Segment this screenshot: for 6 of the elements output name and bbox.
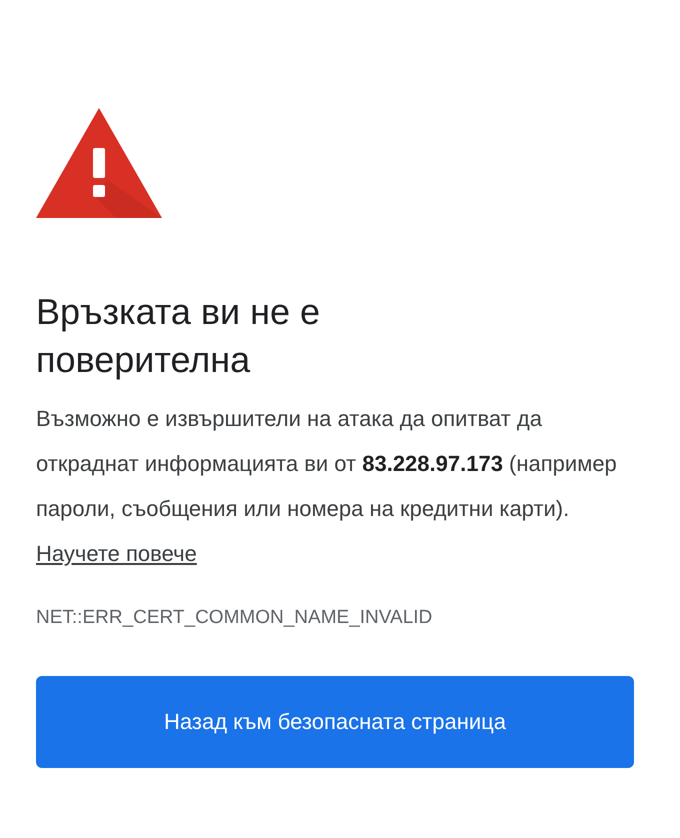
warning-icon xyxy=(36,108,162,218)
page-heading: Връзката ви не е поверителна xyxy=(36,290,322,382)
back-to-safety-button[interactable]: Назад към безопасната страница xyxy=(36,676,634,768)
warning-message: Възможно е извършители на атака да опитват да откраднат информацията ви от 83.228.97.173 (например пароли, съобщения или номера на кредитни карти). Научете повече xyxy=(36,405,618,568)
learn-more-link[interactable]: Научете повече xyxy=(36,541,197,566)
error-code: NET::ERR_CERT_COMMON_NAME_INVALID xyxy=(36,606,434,630)
